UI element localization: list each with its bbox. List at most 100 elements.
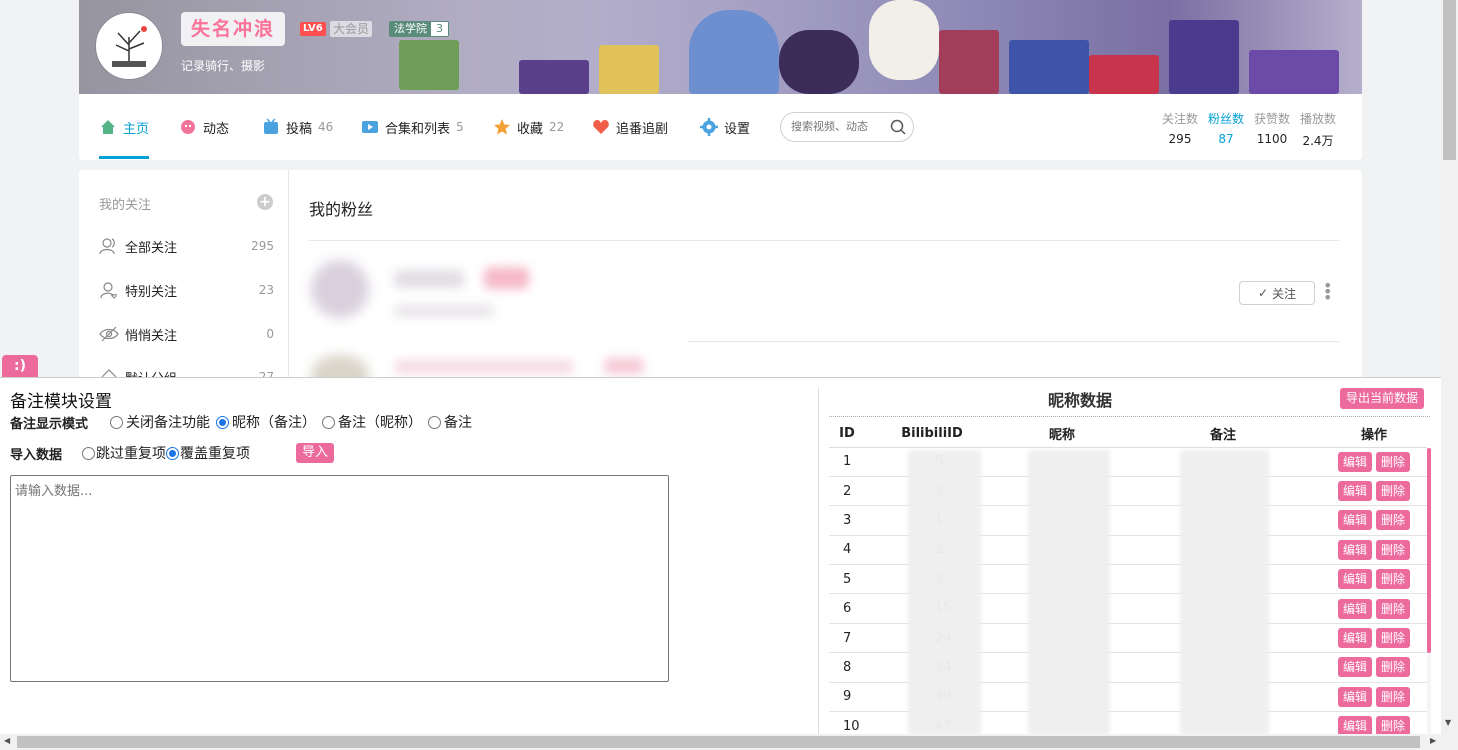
cell-id: 7 [829,623,865,654]
tab-label: 追番追剧 [616,121,669,137]
import-button[interactable]: 导入 [296,443,335,463]
scroll-down-icon[interactable]: ▼ [1445,718,1451,727]
tab-label: 动态 [203,121,230,137]
sidebar-item-count: 295 [251,239,274,253]
cell-actions: 编辑 删除 [1321,593,1427,624]
edit-button[interactable]: 编辑 [1337,510,1372,531]
mode-option-remark-nick[interactable]: 备注（昵称） [322,412,422,432]
search-box[interactable] [780,112,914,142]
stat-following[interactable]: 关注数 295 [1162,110,1198,146]
edit-button[interactable]: 编辑 [1337,628,1372,649]
banner-gift [1009,40,1089,94]
export-button[interactable]: 导出当前数据 [1340,388,1425,409]
cell-actions: 编辑 删除 [1321,476,1427,507]
tab-count: 5 [456,120,464,134]
edit-button[interactable]: 编辑 [1337,481,1372,502]
fan-medal[interactable]: 法学院 3 [389,21,449,37]
tab-uploads[interactable]: 投稿 46 [262,116,333,138]
banner-gift [689,10,779,94]
stat-label: 播放数 [1300,112,1337,126]
radio-button[interactable] [166,446,180,460]
import-option-skip[interactable]: 跳过重复项 [82,443,166,463]
mode-option-remark[interactable]: 备注 [428,412,472,432]
sidebar-item-special[interactable]: 特别关注 23 [99,279,274,301]
import-data-textarea[interactable] [10,475,669,682]
tab-dynamic[interactable]: 动态 [179,116,229,138]
more-menu-icon[interactable]: • • • [1323,278,1332,306]
table-scrollbar-thumb[interactable] [1427,448,1431,653]
vertical-scroll-thumb[interactable] [1443,0,1456,160]
bid-column-mask [908,450,981,735]
edit-button[interactable]: 编辑 [1337,686,1372,707]
column-header-id: ID [829,421,865,448]
user-heart-icon [100,282,117,299]
mode-option-off[interactable]: 关闭备注功能 [110,412,210,432]
stat-label: 获赞数 [1254,112,1291,126]
cell-id: 2 [829,476,865,507]
radio-button[interactable] [110,415,124,429]
tab-home[interactable]: 主页 [99,116,149,138]
search-icon[interactable] [890,119,906,135]
tab-label: 投稿 [286,121,313,137]
nick-column-mask [1028,450,1110,735]
eye-hidden-icon [99,326,119,342]
follow-button[interactable]: ✓ 关注 [1239,281,1315,305]
sidebar-item-secret[interactable]: 悄悄关注 0 [99,323,274,345]
fan-sign-blurred [394,305,494,317]
import-label: 导入数据 [10,447,63,463]
scroll-left-icon[interactable]: ◀ [4,736,10,745]
delete-button[interactable]: 删除 [1376,481,1411,502]
banner-gift [779,30,859,94]
tab-settings[interactable]: 设置 [700,116,750,138]
tab-bangumi[interactable]: 追番追剧 [592,116,668,138]
avatar[interactable] [96,13,162,79]
check-icon: ✓ [1257,286,1269,300]
sidebar-item-all[interactable]: 全部关注 295 [99,235,274,257]
edit-button[interactable]: 编辑 [1337,451,1372,472]
fan-name-blurred[interactable] [394,360,574,374]
option-label: 跳过重复项 [96,446,167,462]
radio-button[interactable] [322,415,336,429]
page-horizontal-scrollbar[interactable]: ◀ ▶ [0,734,1458,750]
edit-button[interactable]: 编辑 [1337,569,1372,590]
active-tab-indicator [99,156,149,159]
user-sign[interactable]: 记录骑行、摄影 [181,57,265,74]
delete-button[interactable]: 删除 [1376,510,1411,531]
horizontal-scroll-thumb[interactable] [17,736,1420,748]
scroll-right-icon[interactable]: ▶ [1430,736,1436,745]
tab-favorites[interactable]: 收藏 22 [493,116,564,138]
radio-button[interactable] [82,446,96,460]
mode-option-nick-remark[interactable]: 昵称（备注） [216,412,316,432]
fan-name-blurred[interactable] [394,270,464,288]
radio-button[interactable] [428,415,442,429]
profile-nav: 主页 动态 投稿 46 合集和列表 5 收藏 22 追番追剧 设置 关注数 29… [79,94,1362,160]
delete-button[interactable]: 删除 [1376,569,1411,590]
fan-avatar[interactable] [311,260,369,318]
user-name[interactable]: 失名冲浪 [181,12,286,46]
banner-gift [1169,20,1239,94]
edit-button[interactable]: 编辑 [1337,657,1372,678]
vip-badge[interactable]: 大会员 [330,21,373,37]
search-input[interactable] [791,120,886,133]
edit-button[interactable]: 编辑 [1337,598,1372,619]
page-vertical-scrollbar[interactable]: ▼ [1441,0,1458,734]
delete-button[interactable]: 删除 [1376,598,1411,619]
edit-button[interactable]: 编辑 [1337,539,1372,560]
delete-button[interactable]: 删除 [1376,657,1411,678]
tab-collections[interactable]: 合集和列表 5 [361,116,464,138]
delete-button[interactable]: 删除 [1376,539,1411,560]
stat-fans[interactable]: 粉丝数 87 [1208,110,1244,146]
sidebar-item-label: 悄悄关注 [125,328,178,344]
nickname-table-title: 昵称数据 [1048,391,1113,410]
import-option-overwrite[interactable]: 覆盖重复项 [166,443,250,463]
stat-label: 关注数 [1162,112,1199,126]
delete-button[interactable]: 删除 [1376,686,1411,707]
add-group-icon[interactable]: + [257,194,273,210]
delete-button[interactable]: 删除 [1376,451,1411,472]
stat-label: 粉丝数 [1208,112,1245,126]
radio-button[interactable] [216,415,230,429]
cell-actions: 编辑 删除 [1321,535,1427,566]
delete-button[interactable]: 删除 [1376,628,1411,649]
stat-value: 2.4万 [1302,134,1334,148]
remark-panel-toggle[interactable]: :) [2,355,38,377]
